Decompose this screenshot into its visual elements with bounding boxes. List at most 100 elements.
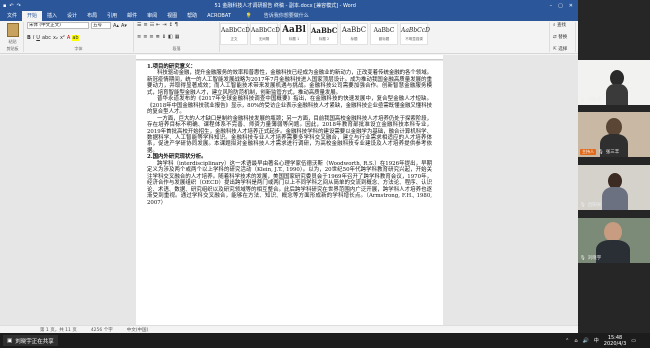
tab-review[interactable]: 审阅 [142, 11, 162, 21]
superscript-icon[interactable]: x² [60, 35, 65, 41]
font-name-select[interactable]: 宋体 (中文正文) [27, 22, 89, 29]
meeting-video-panel: 🎙 刘晓寒 主持人 🎙 张三丰 🎙 吕阳光 🎙 刘晓宇 [578, 0, 650, 333]
paragraph: 普华永道发布的《2017年全球金融科技调查中国概要》指出，在金融科技的快速发展中… [147, 96, 432, 116]
style-heading-1[interactable]: AaBl 标题 1 [280, 23, 308, 45]
tab-layout[interactable]: 布局 [82, 11, 102, 21]
paragraph: 跨学科（interdisciplinary）这一术语最早由著名心理学家伍德沃斯（… [147, 160, 432, 206]
up-arrow-icon[interactable]: ⌃ [565, 338, 569, 344]
participant-body [602, 187, 628, 210]
page-count[interactable]: 第 1 页，共 11 页 [40, 327, 77, 333]
font-size-select[interactable]: 五号 [91, 22, 111, 29]
tab-help[interactable]: 帮助 [182, 11, 202, 21]
style-label: 无间隔 [258, 37, 270, 41]
tell-me-search[interactable]: 💡 告诉我你想要做什么 [236, 11, 319, 21]
ribbon-tabs: 文件 开始 插入 设计 布局 引用 邮件 审阅 视图 帮助 ACROBAT 💡 … [0, 11, 578, 21]
tab-home[interactable]: 开始 [22, 11, 43, 21]
close-icon[interactable]: ✕ [569, 3, 573, 9]
title-bar: ▪ ↶ ↷ 51 金融科技人才调研报告 终稿 - 副本.docx [兼容模式] … [0, 0, 578, 11]
style-label: 副标题 [378, 37, 390, 41]
justify-icon[interactable]: ≣ [156, 34, 160, 40]
share-screen-icon: ▣ [7, 337, 13, 344]
multilevel-list-icon[interactable]: ☷ [150, 22, 154, 28]
tab-design[interactable]: 设计 [62, 11, 82, 21]
italic-icon[interactable]: I [33, 35, 34, 41]
style-subtle-emphasis[interactable]: AaBbCcD 不明显强调 [400, 23, 430, 45]
taskbar: ▣ 刘晓宇正在共享 ⌃ ⌂ 🔊 中 15:48 2020/4/3 ▭ [0, 333, 650, 348]
volume-icon[interactable]: 🔊 [583, 338, 589, 344]
clipboard-group: 粘贴 剪贴板 [2, 22, 24, 52]
mic-icon: 🎙 [580, 202, 586, 208]
quick-access-toolbar: ▪ ↶ ↷ [3, 3, 21, 9]
bold-icon[interactable]: B [27, 35, 31, 41]
underline-icon[interactable]: U [36, 35, 40, 41]
notification-icon[interactable]: ▭ [631, 338, 636, 344]
style-preview: AaBbC [373, 27, 395, 34]
increase-indent-icon[interactable]: ⇥ [162, 22, 166, 28]
style-subtitle[interactable]: AaBbC 副标题 [370, 23, 398, 45]
tab-file[interactable]: 文件 [2, 11, 22, 21]
align-right-icon[interactable]: ≡ [149, 34, 153, 40]
minimize-icon[interactable]: – [550, 3, 553, 9]
tab-view[interactable]: 视图 [162, 11, 182, 21]
numbering-icon[interactable]: ≡ [143, 22, 147, 28]
save-icon[interactable]: ▪ [3, 3, 6, 9]
replace-button[interactable]: ⇄ 替换 [553, 34, 572, 40]
participant-body [606, 84, 628, 105]
decrease-indent-icon[interactable]: ⇤ [156, 22, 160, 28]
mic-icon: 🎙 [580, 255, 586, 261]
language-indicator[interactable]: 中文(中国) [127, 327, 149, 333]
style-heading-2[interactable]: AaBbC 标题 2 [310, 23, 338, 45]
align-center-icon[interactable]: ≡ [143, 34, 147, 40]
strikethrough-icon[interactable]: abc [42, 35, 51, 41]
word-count[interactable]: 4256 个字 [91, 327, 113, 333]
style-title[interactable]: AaBbC 标题 [340, 23, 368, 45]
shrink-font-icon[interactable]: A▾ [121, 23, 127, 29]
subscript-icon[interactable]: x₂ [53, 35, 58, 41]
participant-tile[interactable]: 🎙 刘晓寒 [578, 60, 650, 105]
document-canvas: 1.项目的研究意义： 科技驱动金融，提升金融服务的效率和普惠性，金融科技已经成为… [0, 55, 578, 325]
highlight-icon[interactable]: ab [72, 34, 79, 41]
status-bar: 第 1 页，共 11 页 4256 个字 中文(中国) [0, 325, 578, 333]
undo-icon[interactable]: ↶ [9, 3, 13, 9]
participant-tile[interactable]: 🎙 刘晓宇 [578, 218, 650, 263]
lightbulb-icon: 💡 [245, 13, 253, 19]
ime-indicator[interactable]: 中 [594, 337, 599, 344]
style-normal[interactable]: AaBbCcDd 正文 [220, 23, 254, 45]
style-label: 标题 [350, 37, 358, 41]
paste-icon[interactable] [6, 23, 19, 37]
participant-name-tag: 🎙 刘晓宇 [580, 255, 601, 262]
font-color-icon[interactable]: A [67, 35, 70, 41]
document-page[interactable]: 1.项目的研究意义： 科技驱动金融，提升金融服务的效率和普惠性，金融科技已经成为… [136, 61, 443, 325]
horizontal-ruler [136, 55, 443, 60]
mic-icon: 🎙 [598, 149, 604, 155]
find-button[interactable]: ⌕ 查找 [553, 22, 572, 28]
style-no-spacing[interactable]: AaBbCcDd 无间隔 [250, 23, 284, 45]
shading-icon[interactable]: ◧ [168, 34, 173, 40]
participant-tile[interactable]: 主持人 🎙 张三丰 [578, 112, 650, 157]
tab-insert[interactable]: 插入 [42, 11, 62, 21]
participant-tile[interactable]: 🎙 吕阳光 [578, 165, 650, 210]
participant-name: 刘晓寒 [587, 98, 602, 103]
clock[interactable]: 15:48 2020/4/3 [604, 335, 626, 347]
tell-me-label: 告诉我你想要做什么 [263, 13, 309, 19]
tab-mailings[interactable]: 邮件 [122, 11, 142, 21]
screen-share-indicator[interactable]: ▣ 刘晓宇正在共享 [3, 335, 58, 346]
tab-acrobat[interactable]: ACROBAT [202, 12, 236, 21]
style-label: 标题 1 [288, 37, 300, 41]
network-icon[interactable]: ⌂ [574, 338, 577, 344]
bullets-icon[interactable]: ☰ [137, 22, 141, 28]
style-preview: AaBbC [341, 26, 367, 34]
sort-icon[interactable]: ↕ [169, 22, 173, 28]
tab-references[interactable]: 引用 [102, 11, 122, 21]
align-left-icon[interactable]: ≡ [137, 34, 141, 40]
maximize-icon[interactable]: ▢ [558, 3, 563, 9]
show-marks-icon[interactable]: ¶ [175, 22, 178, 28]
borders-icon[interactable]: ▦ [175, 34, 180, 40]
grow-font-icon[interactable]: A▴ [113, 23, 119, 29]
select-button[interactable]: ⇱ 选择 [553, 46, 572, 52]
select-label: 选择 [558, 47, 568, 52]
line-spacing-icon[interactable]: ↨ [162, 34, 166, 40]
system-tray: ⌃ ⌂ 🔊 中 15:48 2020/4/3 ▭ [565, 335, 650, 347]
mic-icon: 🎙 [580, 97, 586, 103]
paragraph: 一方面，巨大的人才缺口是制约金融科技发展的瓶颈；另一方面，目前我国高校金融科技人… [147, 115, 432, 154]
